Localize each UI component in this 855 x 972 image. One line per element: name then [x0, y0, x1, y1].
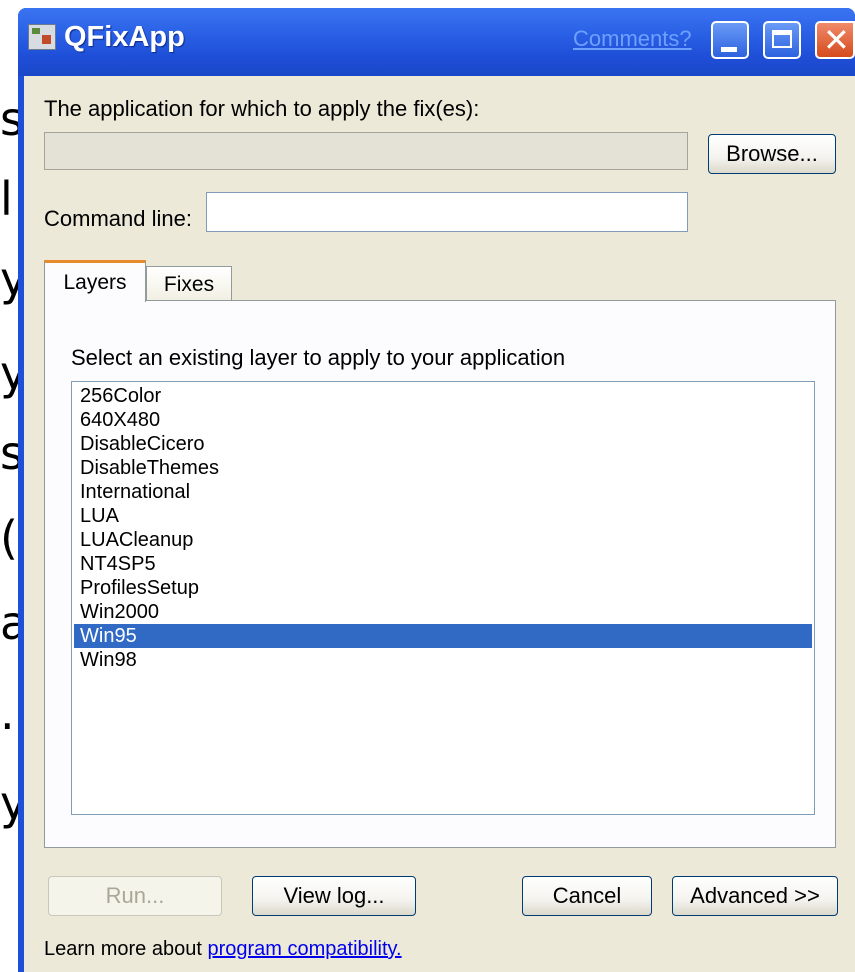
comments-link[interactable]: Comments?: [573, 26, 692, 52]
dialog-body: The application for which to apply the f…: [24, 76, 855, 972]
title-bar[interactable]: QFixApp Comments? ✕: [18, 8, 855, 76]
crop-glyph: .: [0, 686, 15, 740]
qfixapp-window: QFixApp Comments? ✕ The application for …: [18, 8, 855, 972]
layers-tab-panel: Select an existing layer to apply to you…: [44, 300, 836, 848]
advanced-button[interactable]: Advanced >>: [672, 876, 838, 916]
close-icon: ✕: [823, 21, 850, 59]
run-button[interactable]: Run...: [48, 876, 222, 916]
application-path-field[interactable]: [44, 132, 688, 170]
learn-more-prefix: Learn more about: [44, 938, 202, 960]
view-log-button[interactable]: View log...: [252, 876, 416, 916]
list-item[interactable]: Win98: [74, 648, 812, 672]
app-icon: [28, 24, 56, 50]
list-item[interactable]: 256Color: [74, 384, 812, 408]
close-button[interactable]: ✕: [815, 21, 855, 59]
tab-fixes[interactable]: Fixes: [146, 266, 232, 302]
list-item[interactable]: ProfilesSetup: [74, 576, 812, 600]
tab-layers[interactable]: Layers: [44, 260, 146, 302]
browse-button[interactable]: Browse...: [708, 134, 836, 174]
list-item[interactable]: DisableThemes: [74, 456, 812, 480]
learn-more-text: Learn more about program compatibility.: [44, 938, 402, 961]
list-item[interactable]: LUACleanup: [74, 528, 812, 552]
list-item-selected[interactable]: Win95: [74, 624, 812, 648]
list-item[interactable]: LUA: [74, 504, 812, 528]
list-item[interactable]: DisableCicero: [74, 432, 812, 456]
application-label: The application for which to apply the f…: [44, 96, 480, 121]
left-crop-strip: s l y y s ( a . y: [0, 0, 28, 972]
command-line-label: Command line:: [44, 206, 192, 231]
minimize-button[interactable]: [711, 21, 749, 59]
crop-glyph: (: [0, 511, 18, 565]
program-compatibility-link[interactable]: program compatibility.: [207, 938, 401, 960]
command-line-field[interactable]: [206, 192, 688, 232]
crop-glyph: l: [0, 172, 13, 226]
list-item[interactable]: Win2000: [74, 600, 812, 624]
list-item[interactable]: NT4SP5: [74, 552, 812, 576]
window-title: QFixApp: [64, 21, 185, 53]
layers-instruction: Select an existing layer to apply to you…: [71, 345, 566, 370]
cancel-button[interactable]: Cancel: [522, 876, 652, 916]
list-item[interactable]: International: [74, 480, 812, 504]
list-item[interactable]: 640X480: [74, 408, 812, 432]
maximize-button[interactable]: [763, 21, 801, 59]
layer-listbox[interactable]: 256Color 640X480 DisableCicero DisableTh…: [71, 381, 815, 815]
